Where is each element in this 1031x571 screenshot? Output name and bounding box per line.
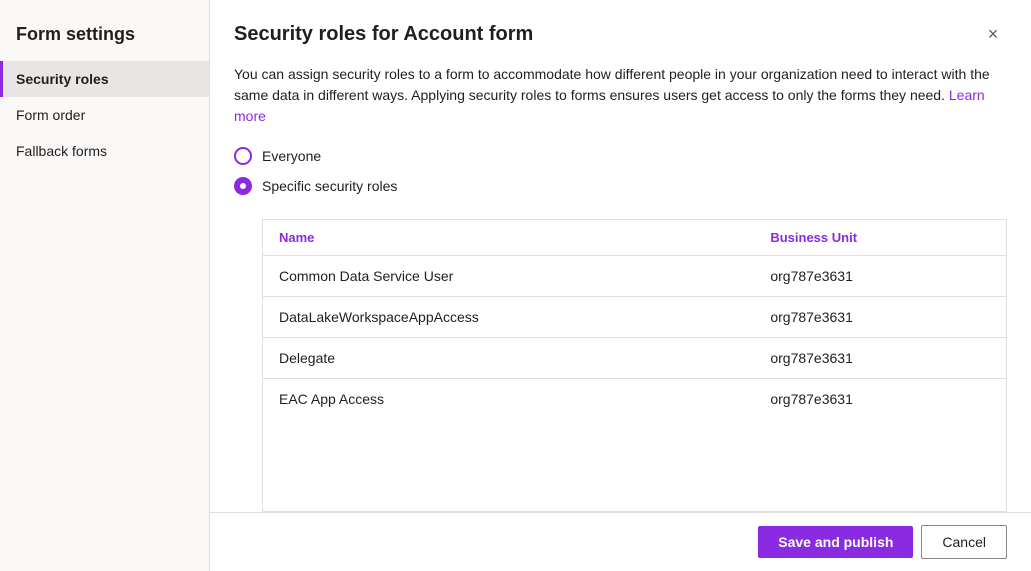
sidebar-item-fallback-forms[interactable]: Fallback forms [0,133,209,169]
main-panel: Security roles for Account form × You ca… [210,0,1031,571]
sidebar-item-label: Form order [16,107,85,123]
sidebar-item-form-order[interactable]: Form order [0,97,209,133]
sidebar-item-label: Fallback forms [16,143,107,159]
radio-everyone-label: Everyone [262,148,321,164]
sidebar-item-label: Security roles [16,71,109,87]
table-body: Common Data Service Userorg787e3631DataL… [263,256,1006,420]
roles-table-container[interactable]: Name Business Unit Common Data Service U… [262,219,1007,512]
table-row[interactable]: Common Data Service Userorg787e3631 [263,256,1006,297]
dialog-title: Security roles for Account form [234,23,533,46]
table-row[interactable]: EAC App Accessorg787e3631 [263,379,1006,420]
save-publish-button[interactable]: Save and publish [758,526,913,558]
cell-name: DataLakeWorkspaceAppAccess [263,297,754,338]
radio-specific-label: Specific security roles [262,178,397,194]
radio-specific[interactable]: Specific security roles [234,177,1007,195]
radio-everyone[interactable]: Everyone [234,147,1007,165]
col-name: Name [263,220,754,256]
table-row[interactable]: DataLakeWorkspaceAppAccessorg787e3631 [263,297,1006,338]
table-row[interactable]: Delegateorg787e3631 [263,338,1006,379]
col-business-unit: Business Unit [754,220,1006,256]
cancel-button[interactable]: Cancel [921,525,1007,559]
sidebar: Form settings Security roles Form order … [0,0,210,571]
sidebar-item-security-roles[interactable]: Security roles [0,61,209,97]
dialog-header: Security roles for Account form × [210,0,1031,64]
cell-name: Common Data Service User [263,256,754,297]
table-header-row: Name Business Unit [263,220,1006,256]
cell-business-unit: org787e3631 [754,379,1006,420]
radio-specific-circle [234,177,252,195]
dialog-body: You can assign security roles to a form … [210,64,1031,512]
sidebar-title: Form settings [0,16,209,61]
dialog-footer: Save and publish Cancel [210,512,1031,571]
radio-group: Everyone Specific security roles [234,147,1007,195]
cell-name: Delegate [263,338,754,379]
cell-business-unit: org787e3631 [754,297,1006,338]
cell-business-unit: org787e3631 [754,338,1006,379]
close-button[interactable]: × [979,20,1007,48]
cell-business-unit: org787e3631 [754,256,1006,297]
cell-name: EAC App Access [263,379,754,420]
description-text: You can assign security roles to a form … [234,64,1007,127]
radio-everyone-circle [234,147,252,165]
roles-table: Name Business Unit Common Data Service U… [263,220,1006,419]
